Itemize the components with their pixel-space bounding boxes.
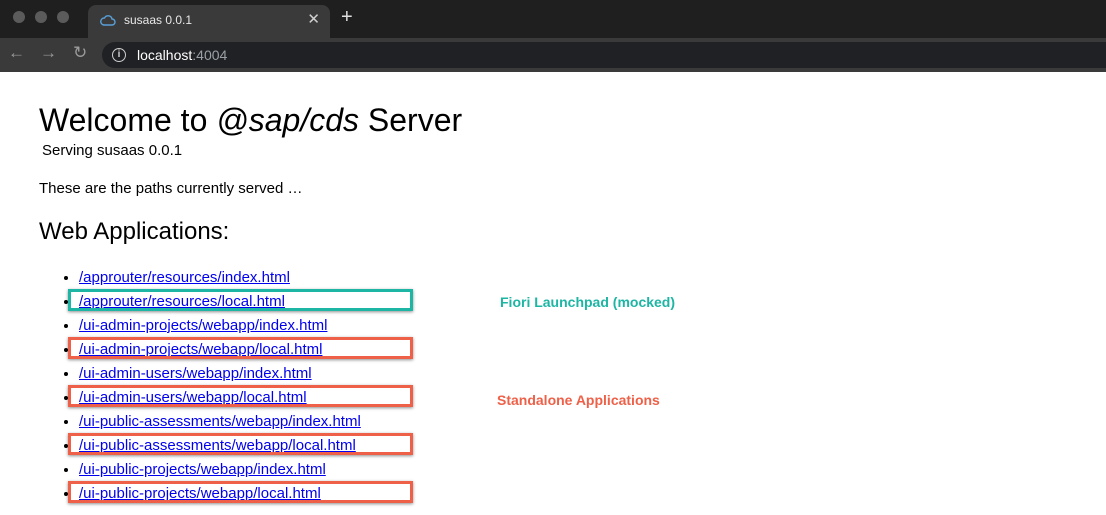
link-approuter-index[interactable]: /approuter/resources/index.html <box>79 269 290 286</box>
standalone-highlight-box <box>68 433 413 455</box>
maximize-window-icon[interactable] <box>57 11 69 23</box>
address-bar[interactable]: i localhost:4004 <box>102 42 1106 68</box>
info-icon[interactable]: i <box>112 48 126 62</box>
title-prefix: Welcome to <box>39 102 217 138</box>
browser-toolbar: ← → ↻ i localhost:4004 <box>0 38 1106 72</box>
browser-tab[interactable]: susaas 0.0.1 ✕ <box>88 5 330 38</box>
title-suffix: Server <box>359 102 463 138</box>
standalone-highlight-box <box>68 337 413 359</box>
serving-text: Serving susaas 0.0.1 <box>42 142 183 159</box>
link-admin-users-index[interactable]: /ui-admin-users/webapp/index.html <box>79 365 312 382</box>
close-window-icon[interactable] <box>13 11 25 23</box>
new-tab-icon[interactable]: + <box>341 6 353 29</box>
paths-intro: These are the paths currently served … <box>39 180 303 197</box>
standalone-highlight-box <box>68 481 413 503</box>
tab-title: susaas 0.0.1 <box>124 13 193 27</box>
tab-close-icon[interactable]: ✕ <box>307 10 320 28</box>
browser-titlebar: susaas 0.0.1 ✕ + <box>0 0 1106 38</box>
reload-icon[interactable]: ↻ <box>73 43 87 63</box>
title-emphasis: @sap/cds <box>216 102 360 138</box>
link-public-projects-index[interactable]: /ui-public-projects/webapp/index.html <box>79 461 326 478</box>
url-text[interactable]: localhost:4004 <box>137 47 227 63</box>
standalone-applications-label: Standalone Applications <box>497 392 660 408</box>
back-icon[interactable]: ← <box>8 43 25 63</box>
page-title: Welcome to @sap/cds Server <box>39 102 462 139</box>
url-port: :4004 <box>192 47 228 63</box>
url-host: localhost <box>137 47 193 63</box>
fiori-launchpad-label: Fiori Launchpad (mocked) <box>500 294 676 310</box>
fiori-highlight-box <box>68 289 413 311</box>
link-admin-projects-index[interactable]: /ui-admin-projects/webapp/index.html <box>79 317 327 334</box>
cloud-icon <box>100 15 116 26</box>
forward-icon[interactable]: → <box>40 43 57 63</box>
minimize-window-icon[interactable] <box>35 11 47 23</box>
standalone-highlight-box <box>68 385 413 407</box>
link-public-assessments-index[interactable]: /ui-public-assessments/webapp/index.html <box>79 413 361 430</box>
webapps-heading: Web Applications: <box>39 218 230 245</box>
